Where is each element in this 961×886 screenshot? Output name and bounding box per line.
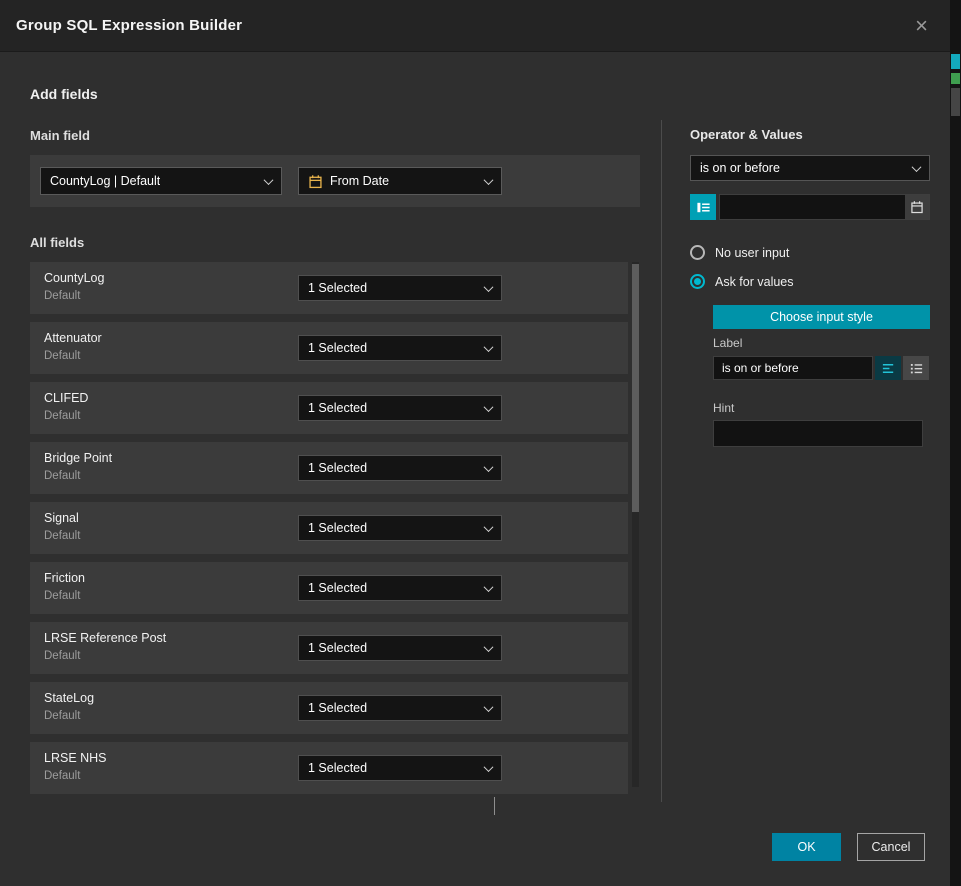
window-scrollbar[interactable]	[950, 0, 961, 886]
hint-input[interactable]	[713, 420, 923, 447]
radio-circle-icon	[690, 245, 705, 260]
field-selection-dropdown[interactable]: 1 Selected	[298, 455, 502, 481]
field-selection-value: 1 Selected	[308, 581, 367, 595]
choose-input-style-button[interactable]: Choose input style	[713, 305, 930, 329]
date-picker-button[interactable]	[905, 194, 930, 220]
calendar-icon	[308, 174, 323, 189]
field-selection-value: 1 Selected	[308, 401, 367, 415]
ok-button[interactable]: OK	[772, 833, 841, 861]
field-row-countylog: CountyLog Default 1 Selected	[30, 262, 628, 314]
field-row-lrse-nhs: LRSE NHS Default 1 Selected	[30, 742, 628, 794]
close-button[interactable]: ×	[909, 13, 934, 39]
layer-dropdown[interactable]: CountyLog | Default	[40, 167, 282, 195]
scrollbar-mark-teal	[951, 54, 960, 69]
field-selection-dropdown[interactable]: 1 Selected	[298, 575, 502, 601]
titlebar: Group SQL Expression Builder ×	[0, 0, 950, 52]
scrollbar-thumb[interactable]	[632, 264, 639, 512]
field-selection-value: 1 Selected	[308, 761, 367, 775]
chevron-down-icon	[484, 175, 494, 185]
field-row-attenuator: Attenuator Default 1 Selected	[30, 322, 628, 374]
hint-caption: Hint	[713, 401, 734, 415]
chevron-down-icon	[484, 342, 494, 352]
group-sql-expression-builder-dialog: Group SQL Expression Builder × Add field…	[0, 0, 961, 886]
main-field-label: Main field	[30, 128, 90, 143]
layer-dropdown-value: CountyLog | Default	[50, 174, 160, 188]
field-row-statelog: StateLog Default 1 Selected	[30, 682, 628, 734]
divider	[661, 120, 662, 802]
single-line-input-toggle[interactable]	[875, 356, 901, 380]
chevron-down-icon	[484, 462, 494, 472]
radio-no-user-input[interactable]: No user input	[690, 245, 789, 260]
chevron-down-icon	[484, 522, 494, 532]
radio-ask-for-values-label: Ask for values	[715, 275, 794, 289]
field-list-icon	[696, 200, 711, 215]
chevron-down-icon	[264, 175, 274, 185]
list-input-toggle[interactable]	[903, 356, 929, 380]
field-row-clifed: CLIFED Default 1 Selected	[30, 382, 628, 434]
field-mode-button[interactable]	[690, 194, 716, 220]
chevron-down-icon	[484, 762, 494, 772]
align-left-icon	[881, 361, 896, 376]
field-row-friction: Friction Default 1 Selected	[30, 562, 628, 614]
all-fields-label: All fields	[30, 235, 84, 250]
list-icon	[909, 361, 924, 376]
date-value-input[interactable]	[719, 194, 905, 220]
field-selection-dropdown[interactable]: 1 Selected	[298, 395, 502, 421]
field-selection-value: 1 Selected	[308, 461, 367, 475]
field-row-lrse-reference-post: LRSE Reference Post Default 1 Selected	[30, 622, 628, 674]
radio-ask-for-values[interactable]: Ask for values	[690, 274, 794, 289]
chevron-down-icon	[484, 582, 494, 592]
scroll-down-indicator[interactable]	[494, 797, 504, 807]
close-icon: ×	[915, 13, 928, 38]
radio-no-user-input-label: No user input	[715, 246, 789, 260]
operator-values-title: Operator & Values	[690, 127, 803, 142]
calendar-icon	[910, 200, 924, 214]
field-selection-value: 1 Selected	[308, 341, 367, 355]
field-selection-value: 1 Selected	[308, 521, 367, 535]
field-selection-value: 1 Selected	[308, 641, 367, 655]
operator-dropdown[interactable]: is on or before	[690, 155, 930, 181]
field-selection-value: 1 Selected	[308, 701, 367, 715]
chevron-down-icon	[484, 402, 494, 412]
main-date-field-dropdown[interactable]: From Date	[298, 167, 502, 195]
cancel-button[interactable]: Cancel	[857, 833, 925, 861]
chevron-down-icon	[912, 162, 922, 172]
operator-value: is on or before	[700, 161, 780, 175]
field-selection-dropdown[interactable]: 1 Selected	[298, 515, 502, 541]
field-row-bridge-point: Bridge Point Default 1 Selected	[30, 442, 628, 494]
chevron-down-icon	[494, 797, 495, 815]
label-caption: Label	[713, 336, 742, 350]
main-field-panel: CountyLog | Default From Date	[30, 155, 640, 207]
field-selection-value: 1 Selected	[308, 281, 367, 295]
field-selection-dropdown[interactable]: 1 Selected	[298, 635, 502, 661]
scrollbar-mark-green	[951, 73, 960, 84]
chevron-down-icon	[484, 702, 494, 712]
label-input[interactable]	[713, 356, 873, 380]
radio-circle-selected-icon	[690, 274, 705, 289]
field-selection-dropdown[interactable]: 1 Selected	[298, 695, 502, 721]
field-selection-dropdown[interactable]: 1 Selected	[298, 275, 502, 301]
main-date-field-value: From Date	[330, 174, 389, 188]
label-input-row	[713, 356, 930, 380]
field-selection-dropdown[interactable]: 1 Selected	[298, 755, 502, 781]
section-title-add-fields: Add fields	[30, 86, 98, 102]
field-selection-dropdown[interactable]: 1 Selected	[298, 335, 502, 361]
dialog-title: Group SQL Expression Builder	[16, 17, 242, 34]
chevron-down-icon	[484, 642, 494, 652]
scrollbar-thumb[interactable]	[951, 88, 960, 116]
all-fields-list: CountyLog Default 1 Selected Attenuator …	[30, 262, 628, 802]
value-input-row	[690, 194, 930, 220]
chevron-down-icon	[484, 282, 494, 292]
field-row-signal: Signal Default 1 Selected	[30, 502, 628, 554]
list-scrollbar[interactable]	[632, 262, 639, 787]
